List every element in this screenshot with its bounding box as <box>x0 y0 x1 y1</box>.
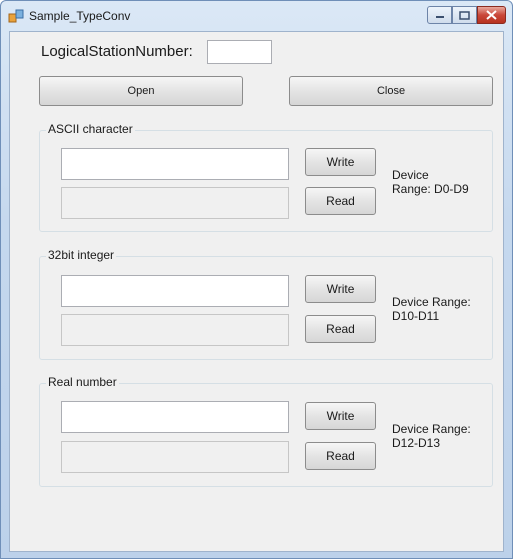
station-number-input[interactable] <box>207 40 272 64</box>
minimize-icon <box>435 16 444 18</box>
ascii-read-output <box>61 187 289 219</box>
maximize-button[interactable] <box>452 6 477 24</box>
ascii-write-input[interactable] <box>61 148 289 180</box>
app-window: Sample_TypeConv LogicalStationNumber: Op… <box>0 0 513 559</box>
int32-read-button[interactable]: Read <box>305 315 376 343</box>
device-range-label-line2: D10-D11 <box>392 309 440 323</box>
app-icon <box>8 9 24 23</box>
form-client-area: LogicalStationNumber: Open Close ASCII c… <box>9 31 504 552</box>
real-read-output <box>61 441 289 473</box>
station-number-label: LogicalStationNumber: <box>41 43 193 60</box>
real-number-group: Real number Write Read Device Range: D12… <box>39 375 493 487</box>
group-title: Real number <box>46 375 119 389</box>
window-title: Sample_TypeConv <box>29 9 131 23</box>
ascii-write-button[interactable]: Write <box>305 148 376 176</box>
32bit-integer-group: 32bit integer Write Read Device Range: D… <box>39 248 493 360</box>
real-read-button[interactable]: Read <box>305 442 376 470</box>
close-button[interactable]: Close <box>289 76 493 106</box>
ascii-character-group: ASCII character Write Read Device Range:… <box>39 122 493 232</box>
device-range-label-line2: D12-D13 <box>392 436 441 450</box>
ascii-read-button[interactable]: Read <box>305 187 376 215</box>
open-button[interactable]: Open <box>39 76 243 106</box>
device-range-label-line1: Device <box>392 168 429 182</box>
close-icon <box>486 10 497 20</box>
int32-write-input[interactable] <box>61 275 289 307</box>
maximize-icon <box>459 10 470 20</box>
device-range-label-line1: Device Range: <box>392 295 471 309</box>
device-range-label-line2: Range: D0-D9 <box>392 182 469 196</box>
int32-write-button[interactable]: Write <box>305 275 376 303</box>
minimize-button[interactable] <box>427 6 452 24</box>
title-bar[interactable]: Sample_TypeConv <box>1 1 512 31</box>
real-write-button[interactable]: Write <box>305 402 376 430</box>
real-write-input[interactable] <box>61 401 289 433</box>
int32-read-output <box>61 314 289 346</box>
group-title: ASCII character <box>46 122 135 136</box>
close-window-button[interactable] <box>477 6 506 24</box>
device-range-label-line1: Device Range: <box>392 422 471 436</box>
group-title: 32bit integer <box>46 248 117 262</box>
